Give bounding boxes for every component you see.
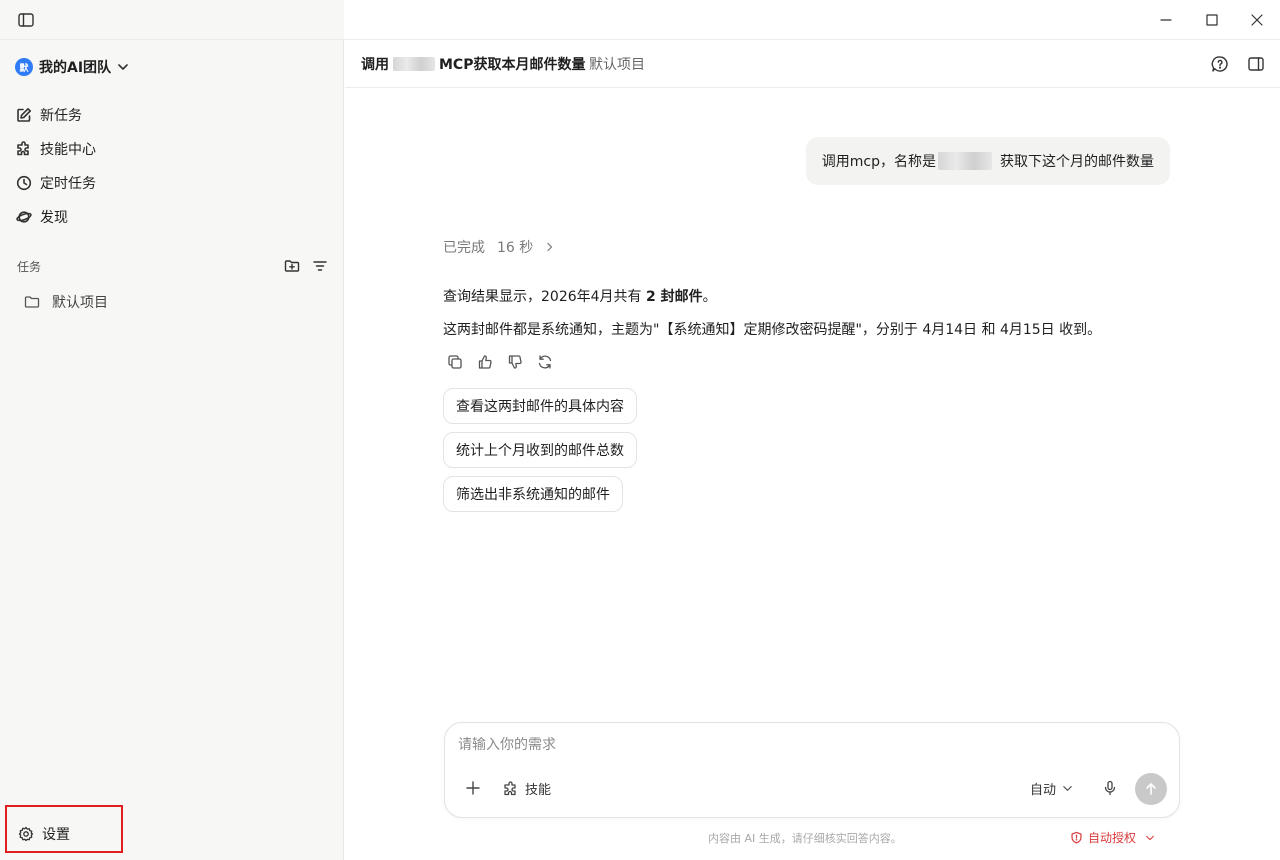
nav-label: 发现 xyxy=(40,210,68,226)
ai-disclaimer: 内容由 AI 生成，请仔细核实回答内容。 xyxy=(708,832,902,845)
nav-skills-center[interactable]: 技能中心 xyxy=(16,138,96,160)
edit-icon xyxy=(17,108,31,122)
skills-label: 技能 xyxy=(525,783,552,798)
thumbs-down-icon[interactable] xyxy=(507,354,523,370)
answer-paragraph-2: 这两封邮件都是系统通知，主题为"【系统通知】定期修改密码提醒"，分别于 4月14… xyxy=(443,322,1102,338)
help-icon[interactable] xyxy=(1210,54,1230,74)
puzzle-icon xyxy=(504,780,516,795)
title-suffix: MCP获取本月邮件数量 xyxy=(439,57,586,73)
answer-paragraph-1: 查询结果显示，2026年4月共有 2 封邮件。 xyxy=(443,286,717,306)
team-avatar: 默 xyxy=(15,58,33,76)
auto-authorize-dropdown[interactable]: 自动授权 xyxy=(1070,829,1155,846)
chevron-down-icon xyxy=(1146,835,1154,840)
send-button[interactable] xyxy=(1135,773,1167,805)
project-default[interactable]: 默认项目 xyxy=(24,292,108,312)
gear-icon xyxy=(18,826,34,842)
title-bar-sidebar-area xyxy=(0,0,344,39)
suggestion-chip[interactable]: 筛选出非系统通知的邮件 xyxy=(443,476,623,512)
sidebar-toggle-icon[interactable] xyxy=(16,10,36,30)
main-panel: 调用 MCP获取本月邮件数量 默认项目 调用mcp，名称是 获取下这个月的邮件数… xyxy=(345,40,1280,860)
suggestion-chip[interactable]: 查看这两封邮件的具体内容 xyxy=(443,388,637,424)
planet-icon xyxy=(16,211,32,223)
puzzle-icon xyxy=(17,141,29,156)
suggestion-chip[interactable]: 统计上个月收到的邮件总数 xyxy=(443,432,637,468)
chevron-right-icon xyxy=(547,242,553,252)
arrow-up-icon xyxy=(1146,783,1156,795)
auto-authorize-label: 自动授权 xyxy=(1088,831,1137,845)
tasks-section-label: 任务 xyxy=(17,260,42,274)
redacted-name xyxy=(938,152,992,170)
prompt-input[interactable] xyxy=(458,737,1158,753)
run-status[interactable]: 已完成 16 秒 xyxy=(443,237,555,257)
minimize-icon[interactable] xyxy=(1156,10,1176,30)
conversation-title: 调用 MCP获取本月邮件数量 xyxy=(361,54,585,74)
project-label: 默认项目 xyxy=(52,295,108,311)
panel-toggle-icon[interactable] xyxy=(1246,54,1266,74)
answer-text: 查询结果显示，2026年4月共有 xyxy=(443,289,646,305)
nav-label: 技能中心 xyxy=(40,142,96,158)
new-folder-icon[interactable] xyxy=(283,257,301,275)
team-switcher[interactable]: 默 我的AI团队 xyxy=(15,57,129,77)
skills-button[interactable]: 技能 xyxy=(503,779,551,798)
title-prefix: 调用 xyxy=(361,57,389,73)
close-icon[interactable] xyxy=(1247,10,1267,30)
user-message-suffix: 获取下这个月的邮件数量 xyxy=(1000,154,1154,170)
nav-scheduled-tasks[interactable]: 定时任务 xyxy=(16,172,96,194)
nav-label: 定时任务 xyxy=(40,176,96,192)
user-message: 调用mcp，名称是 获取下这个月的邮件数量 xyxy=(805,137,1170,185)
nav-discover[interactable]: 发现 xyxy=(16,206,68,228)
filter-icon[interactable] xyxy=(311,257,329,275)
maximize-icon[interactable] xyxy=(1202,10,1222,30)
chevron-down-icon xyxy=(118,64,128,70)
folder-icon xyxy=(24,296,40,308)
message-actions xyxy=(447,354,553,370)
regenerate-icon[interactable] xyxy=(537,354,553,370)
status-label: 已完成 xyxy=(443,240,485,256)
team-name: 我的AI团队 xyxy=(39,60,112,76)
settings-button[interactable]: 设置 xyxy=(5,805,123,853)
answer-text: 。 xyxy=(702,289,717,305)
plus-icon[interactable] xyxy=(465,780,481,796)
settings-label: 设置 xyxy=(42,827,70,843)
copy-icon[interactable] xyxy=(447,354,463,370)
nav-new-task[interactable]: 新任务 xyxy=(16,104,82,126)
user-message-prefix: 调用mcp，名称是 xyxy=(821,154,936,170)
mode-label: 自动 xyxy=(1030,783,1057,798)
title-bar xyxy=(0,0,1280,40)
microphone-icon[interactable] xyxy=(1102,780,1118,796)
conversation-header: 调用 MCP获取本月邮件数量 默认项目 xyxy=(345,40,1280,88)
clock-icon xyxy=(16,175,32,191)
nav-label: 新任务 xyxy=(40,108,82,124)
answer-emphasis: 2 封邮件 xyxy=(646,289,703,305)
shield-icon xyxy=(1071,831,1082,844)
sidebar: 默 我的AI团队 新任务 技能中心 定时任务 发现 任务 默认项目 设置 xyxy=(0,40,344,860)
redacted-name xyxy=(393,57,435,71)
status-time: 16 秒 xyxy=(497,240,534,256)
composer: 技能 自动 xyxy=(444,722,1180,818)
thumbs-up-icon[interactable] xyxy=(477,354,493,370)
mode-select[interactable]: 自动 xyxy=(1030,779,1073,798)
header-project[interactable]: 默认项目 xyxy=(589,54,645,74)
chevron-down-icon xyxy=(1063,786,1072,791)
